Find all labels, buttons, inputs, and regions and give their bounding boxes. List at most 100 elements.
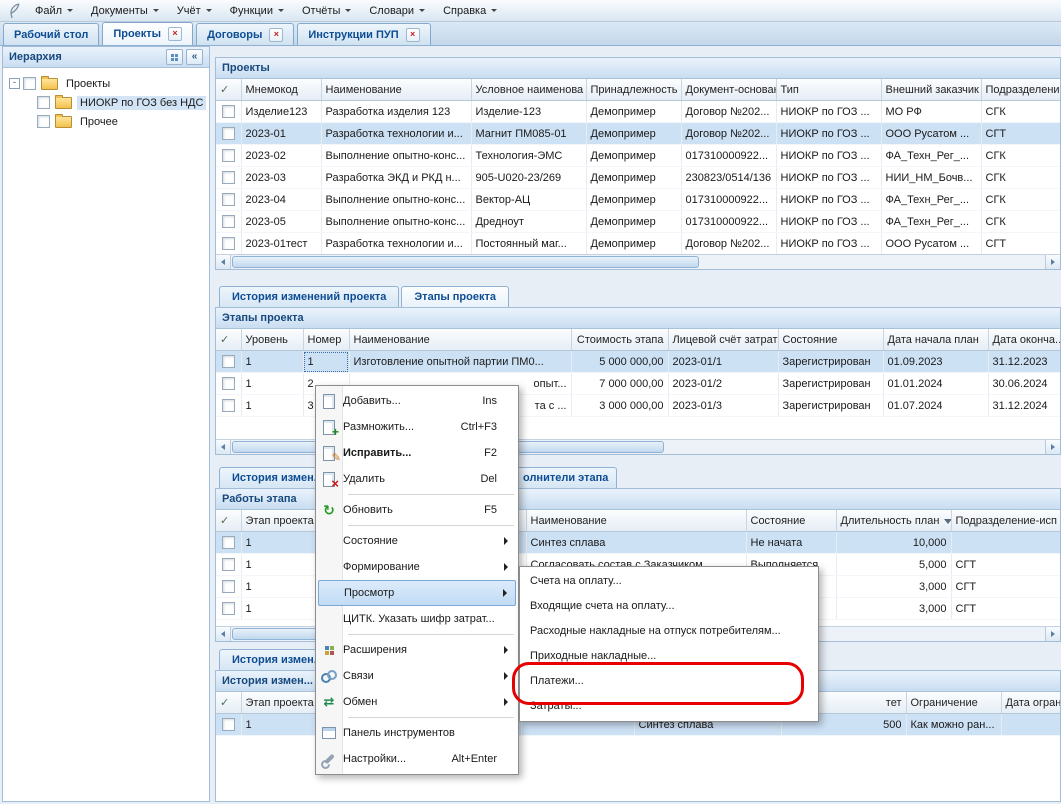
row-select-cell[interactable] — [216, 532, 241, 554]
menubar-item[interactable]: Словари — [360, 0, 434, 21]
context-menu-item[interactable]: ЦИТК. Указать шифр затрат... — [318, 606, 516, 632]
checkbox[interactable] — [37, 115, 50, 128]
close-tab-icon[interactable]: × — [269, 28, 283, 42]
locate-grid-icon[interactable] — [166, 49, 183, 65]
column-header[interactable]: Номер — [303, 329, 349, 351]
window-tab[interactable]: Рабочий стол — [3, 23, 99, 45]
column-header[interactable]: Тип — [776, 79, 881, 101]
context-menu-item[interactable]: Связи — [318, 663, 516, 689]
row-select-cell[interactable] — [216, 167, 241, 189]
row-select-cell[interactable] — [216, 145, 241, 167]
checkbox[interactable] — [222, 149, 235, 162]
row-select-cell[interactable] — [216, 211, 241, 233]
menubar-item[interactable]: Функции — [221, 0, 293, 21]
column-header[interactable]: Уровень — [241, 329, 303, 351]
submenu-item[interactable]: Счета на оплату... — [522, 569, 816, 594]
select-all-header[interactable]: ✓ — [216, 692, 241, 714]
checkbox[interactable] — [222, 377, 235, 390]
scroll-left-icon[interactable] — [216, 255, 231, 269]
row-select-cell[interactable] — [216, 598, 241, 620]
context-menu-item[interactable]: Формирование — [318, 554, 516, 580]
column-header[interactable]: Наименование — [349, 329, 571, 351]
window-tab[interactable]: Проекты× — [102, 22, 193, 45]
scrollbar-track[interactable] — [231, 255, 1045, 269]
stage-tab[interactable]: Этапы проекта — [401, 286, 509, 307]
context-menu-item[interactable]: Настройки...Alt+Enter — [318, 746, 516, 772]
checkbox[interactable] — [222, 193, 235, 206]
submenu-item[interactable]: Затраты... — [522, 694, 816, 719]
column-header[interactable]: Ограничение — [906, 692, 1001, 714]
table-row[interactable]: 2023-01Разработка технологии и...Магнит … — [216, 123, 1061, 145]
column-header[interactable]: Дата начала план — [883, 329, 988, 351]
scrollbar-thumb[interactable] — [232, 256, 699, 268]
context-menu-item[interactable]: Состояние — [318, 528, 516, 554]
tree-node[interactable]: Прочее — [3, 112, 209, 131]
projects-horizontal-scrollbar[interactable] — [216, 254, 1060, 269]
checkbox[interactable] — [222, 558, 235, 571]
checkbox[interactable] — [37, 96, 50, 109]
checkbox[interactable] — [222, 536, 235, 549]
checkbox[interactable] — [222, 215, 235, 228]
submenu-item[interactable]: Входящие счета на оплату... — [522, 594, 816, 619]
column-header[interactable]: Наименование — [321, 79, 471, 101]
column-header[interactable]: Лицевой счёт затрат — [668, 329, 778, 351]
column-header[interactable]: Состояние — [746, 510, 836, 532]
context-menu-item[interactable]: ↻ОбновитьF5 — [318, 497, 516, 523]
column-header[interactable]: Длительность план — [836, 510, 951, 532]
menubar-item[interactable]: Отчёты — [293, 0, 360, 21]
menubar-item[interactable]: Файл — [26, 0, 82, 21]
collapse-expander-icon[interactable]: - — [9, 78, 20, 89]
context-menu-item[interactable]: Добавить...Ins — [318, 388, 516, 414]
row-select-cell[interactable] — [216, 351, 241, 373]
row-select-cell[interactable] — [216, 395, 241, 417]
scroll-right-icon[interactable] — [1045, 255, 1060, 269]
context-menu-item[interactable]: ⇄Обмен — [318, 689, 516, 715]
context-menu-item[interactable]: Просмотр — [318, 580, 516, 606]
column-header[interactable]: Подразделение-исп — [951, 510, 1061, 532]
stage-tab[interactable]: История изменений проекта — [219, 286, 399, 307]
row-select-cell[interactable] — [216, 123, 241, 145]
column-header[interactable]: Состояние — [778, 329, 883, 351]
row-select-cell[interactable] — [216, 101, 241, 123]
context-menu-item[interactable]: Исправить...F2 — [318, 440, 516, 466]
context-menu-item[interactable]: УдалитьDel — [318, 466, 516, 492]
column-header[interactable]: Документ-основан — [681, 79, 776, 101]
scroll-left-icon[interactable] — [216, 440, 231, 454]
column-header[interactable]: Стоимость этапа — [571, 329, 668, 351]
row-select-cell[interactable] — [216, 714, 241, 736]
checkbox[interactable] — [222, 580, 235, 593]
column-header[interactable]: Внешний заказчик — [881, 79, 981, 101]
context-menu-item[interactable]: Панель инструментов — [318, 720, 516, 746]
checkbox[interactable] — [23, 77, 36, 90]
row-select-cell[interactable] — [216, 554, 241, 576]
table-row[interactable]: 11Изготовление опытной партии ПМ0...5 00… — [216, 351, 1061, 373]
column-header[interactable]: Подразделение — [981, 79, 1061, 101]
row-select-cell[interactable] — [216, 576, 241, 598]
column-header[interactable]: Дата ограниче... — [1001, 692, 1061, 714]
table-row[interactable]: Изделие123Разработка изделия 123Изделие-… — [216, 101, 1061, 123]
select-all-header[interactable]: ✓ — [216, 79, 241, 101]
table-row[interactable]: 2023-02Выполнение опытно-конс...Технолог… — [216, 145, 1061, 167]
submenu-item[interactable]: Расходные накладные на отпуск потребител… — [522, 619, 816, 644]
window-tab[interactable]: Договоры× — [196, 23, 294, 45]
menubar-item[interactable]: Учёт — [168, 0, 221, 21]
row-select-cell[interactable] — [216, 189, 241, 211]
checkbox[interactable] — [222, 718, 235, 731]
column-header[interactable]: Мнемокод — [241, 79, 321, 101]
close-tab-icon[interactable]: × — [406, 28, 420, 42]
checkbox[interactable] — [222, 105, 235, 118]
context-menu-item[interactable]: Расширения — [318, 637, 516, 663]
menubar-item[interactable]: Документы — [82, 0, 168, 21]
column-header[interactable]: Наименование — [526, 510, 746, 532]
works-tab[interactable]: олнители этапа — [505, 467, 617, 488]
scroll-left-icon[interactable] — [216, 627, 231, 641]
menubar-item[interactable]: Справка — [434, 0, 506, 21]
checkbox[interactable] — [222, 237, 235, 250]
window-tab[interactable]: Инструкции ПУП× — [297, 23, 430, 45]
table-row[interactable]: 2023-05Выполнение опытно-конс...Дредноут… — [216, 211, 1061, 233]
row-select-cell[interactable] — [216, 373, 241, 395]
column-header[interactable]: Условное наименова — [471, 79, 586, 101]
checkbox[interactable] — [222, 355, 235, 368]
tree-node[interactable]: НИОКР по ГОЗ без НДС — [3, 93, 209, 112]
table-row[interactable]: 2023-01тестРазработка технологии и...Пос… — [216, 233, 1061, 255]
